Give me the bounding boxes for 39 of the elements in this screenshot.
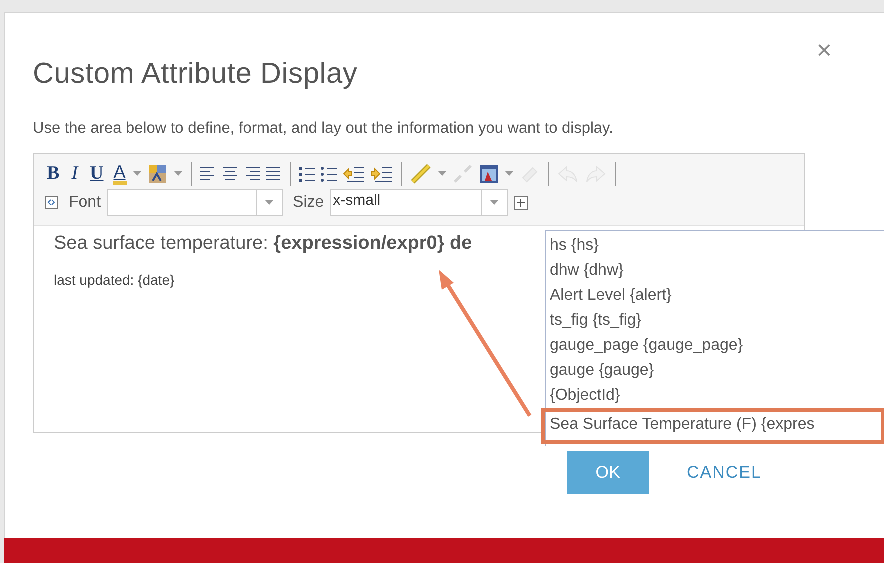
- field-list-item[interactable]: gauge_page {gauge_page}: [546, 333, 884, 358]
- dialog-title: Custom Attribute Display: [33, 57, 358, 92]
- outdent-icon[interactable]: [370, 164, 393, 183]
- caret-icon[interactable]: [132, 171, 142, 176]
- editor-text: last updated: {date}: [54, 271, 175, 290]
- bold-button[interactable]: B: [44, 160, 63, 188]
- italic-button[interactable]: I: [68, 160, 82, 188]
- bullet-list-icon[interactable]: [320, 164, 337, 183]
- field-list-item[interactable]: Sea Surface Temperature (F) {expres: [541, 408, 884, 444]
- cancel-button[interactable]: CANCEL: [687, 450, 762, 494]
- caret-icon[interactable]: [504, 171, 514, 176]
- field-list-item[interactable]: {ObjectId}: [546, 383, 884, 408]
- caret-icon: [490, 200, 500, 206]
- align-icon[interactable]: [244, 164, 260, 183]
- caret-icon[interactable]: [438, 171, 447, 176]
- underline-button[interactable]: U: [87, 160, 107, 188]
- font-label: Font: [69, 192, 102, 213]
- font-color-button[interactable]: A: [112, 162, 127, 185]
- editor-text: Sea surface temperature: {expression/expr0} de: [54, 232, 472, 256]
- description-text: Use the area below to define, format, and lay out the information you want to display.: [33, 118, 614, 138]
- field-list-item[interactable]: Alert Level {alert}: [546, 283, 884, 308]
- size-label: Size: [293, 192, 324, 213]
- field-list-item[interactable]: gauge {gauge}: [546, 358, 884, 383]
- size-select[interactable]: x-small: [330, 189, 508, 216]
- field-list-item[interactable]: hs {hs}: [546, 233, 884, 258]
- close-button[interactable]: ×: [816, 37, 832, 63]
- field-list-item[interactable]: ts_fig {ts_fig}: [546, 308, 884, 333]
- align-icon[interactable]: [266, 164, 282, 183]
- caret-icon: [265, 200, 274, 206]
- align-icon[interactable]: [222, 164, 238, 183]
- highlight-color-icon[interactable]: [148, 164, 168, 184]
- align-icon[interactable]: [200, 164, 216, 183]
- indent-icon[interactable]: [342, 164, 365, 183]
- expand-icon[interactable]: [514, 196, 528, 210]
- source-icon[interactable]: [44, 195, 59, 210]
- field-list-item[interactable]: dhw {dhw}: [546, 258, 884, 283]
- numbered-list-icon[interactable]: [298, 164, 315, 183]
- image-icon[interactable]: [478, 164, 499, 184]
- caret-icon[interactable]: [174, 171, 183, 176]
